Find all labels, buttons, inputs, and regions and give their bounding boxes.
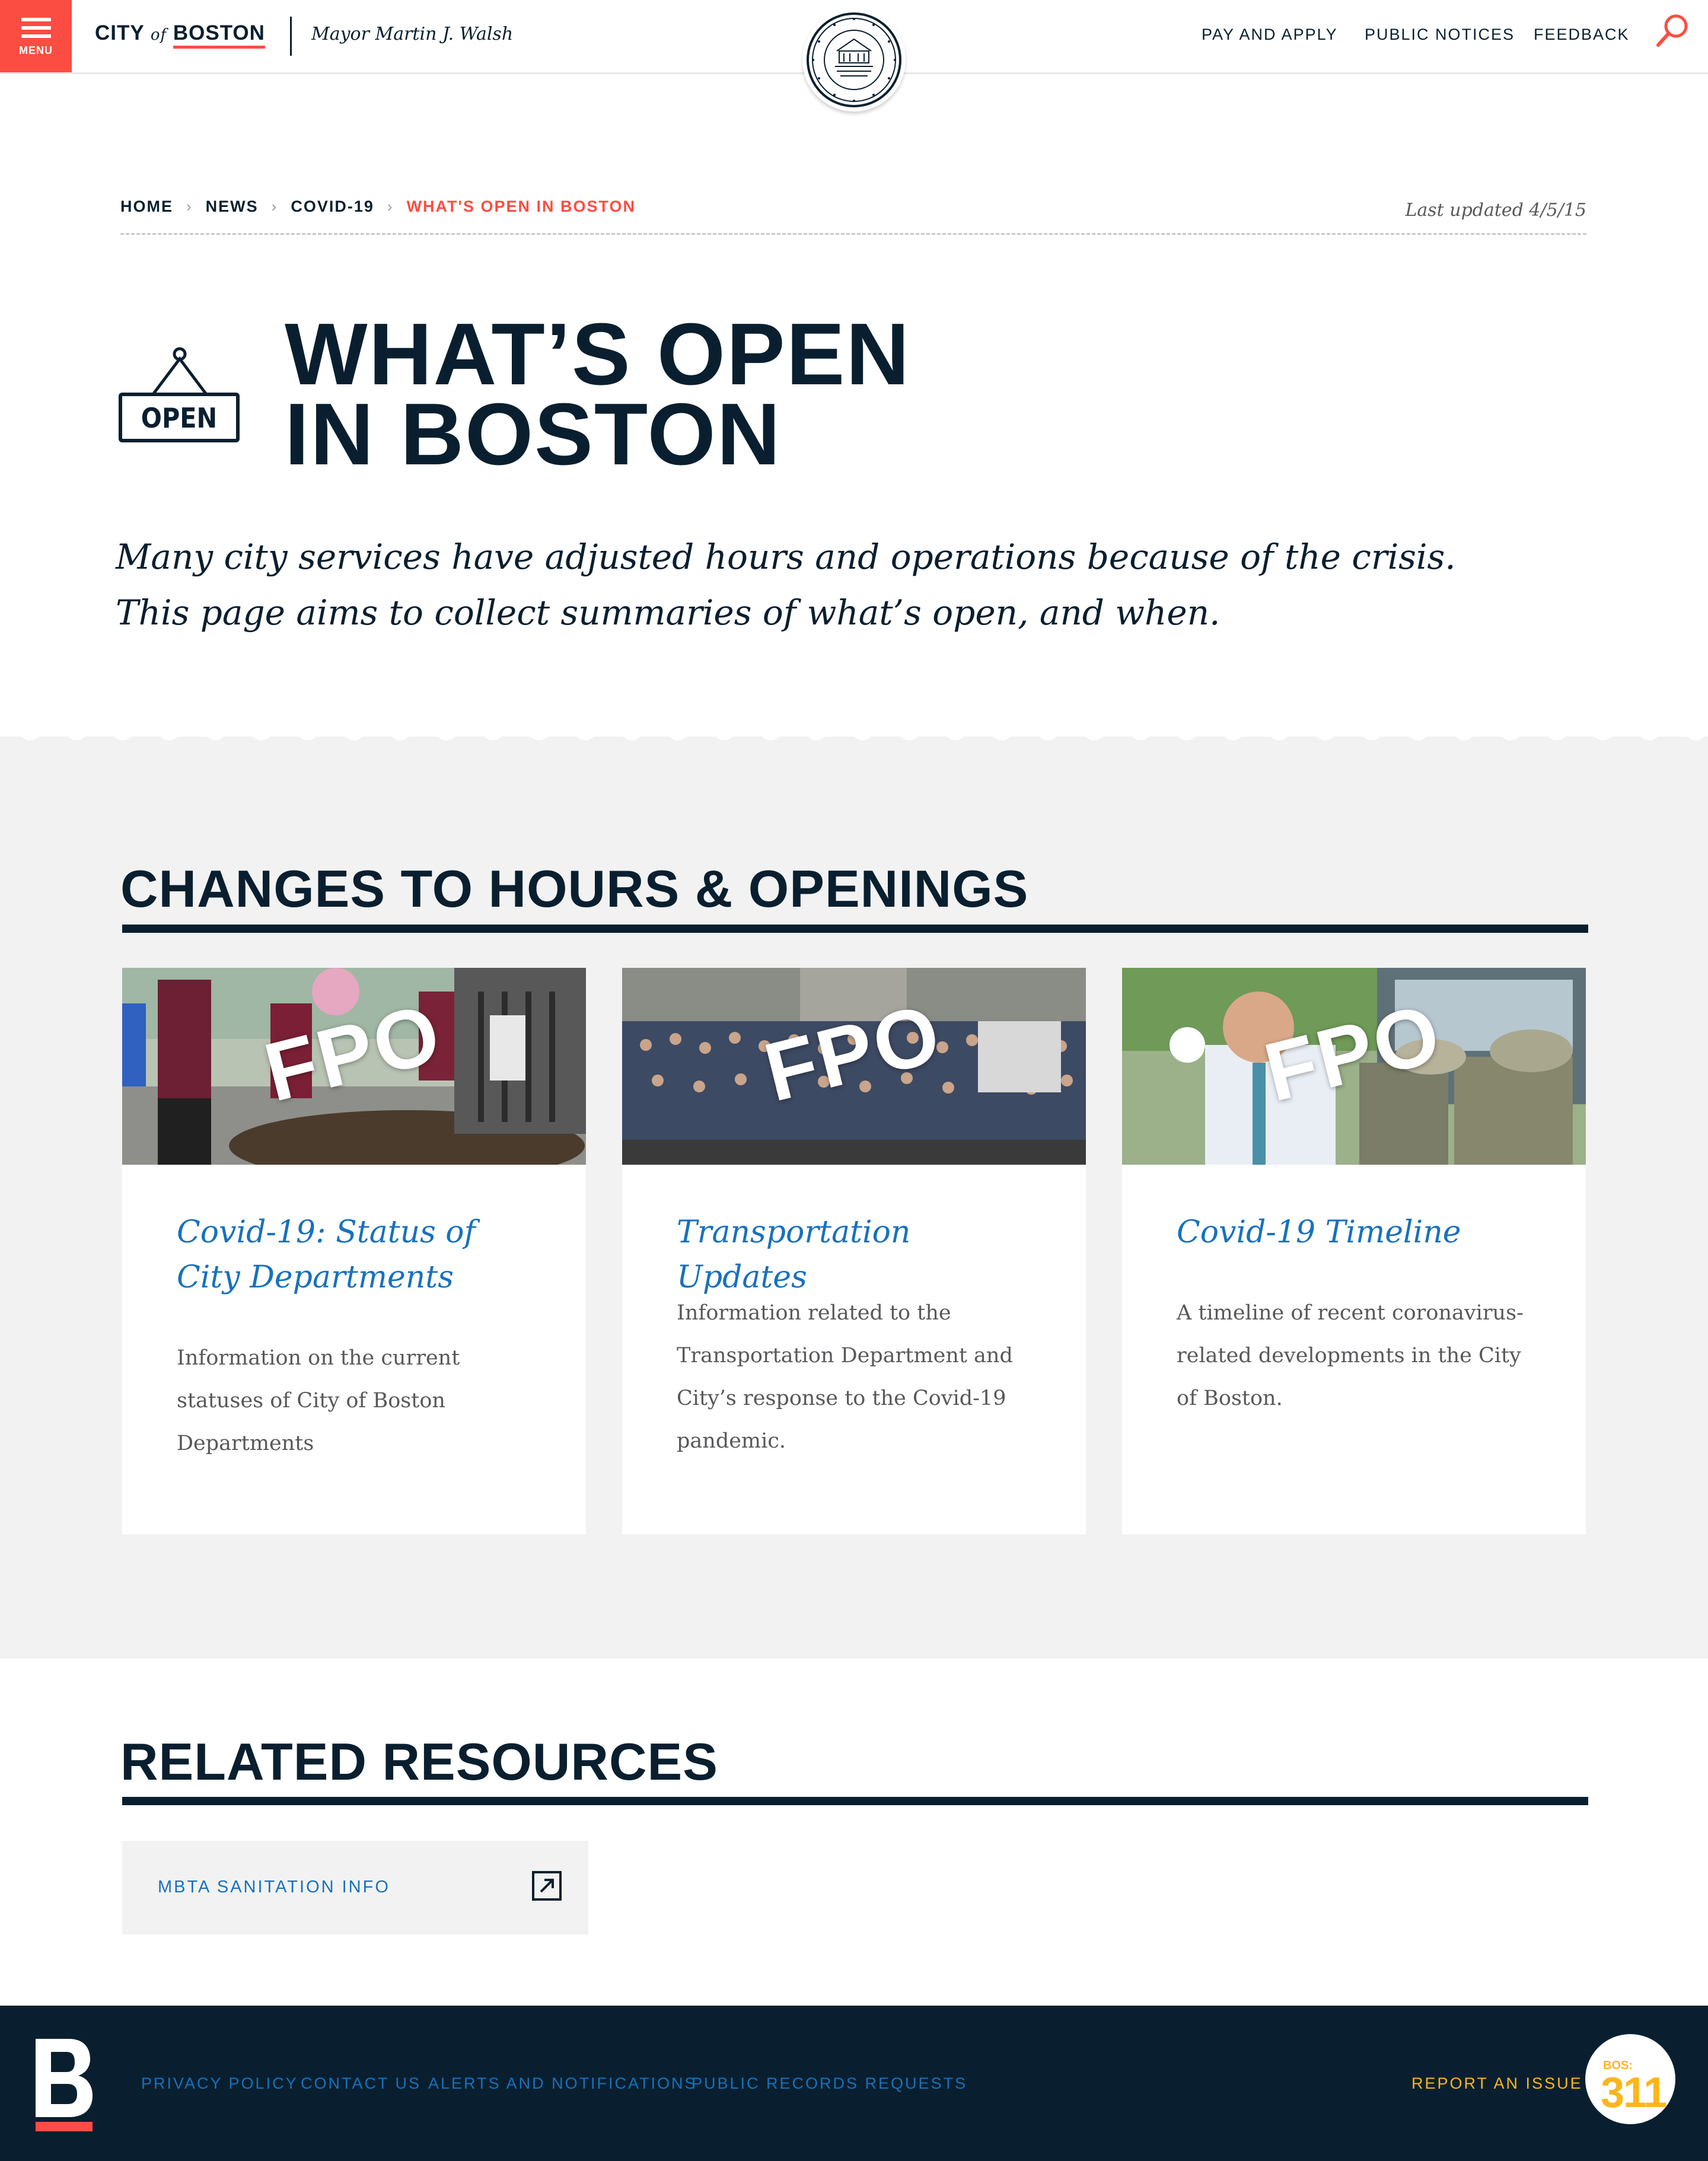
menu-button[interactable]: MENU xyxy=(0,0,72,72)
card-title[interactable]: Covid-19 Timeline xyxy=(1177,1210,1544,1255)
logo-boston: BOSTON xyxy=(173,21,265,49)
card-description: Information related to the Transportatio… xyxy=(677,1301,1013,1453)
breadcrumb-home[interactable]: HOME xyxy=(120,197,173,216)
logo-of: of xyxy=(150,26,167,44)
card-covid-timeline[interactable]: FPO Covid-19 Timeline A timeline of rece… xyxy=(1122,968,1586,1534)
nav-pay-and-apply[interactable]: PAY AND APPLY xyxy=(1202,26,1338,44)
changes-heading-rule xyxy=(122,925,1588,933)
breadcrumb: HOME › NEWS › COVID-19 › WHAT'S OPEN IN BOSTON xyxy=(120,197,636,216)
card-description: A timeline of recent coronavirus-related… xyxy=(1177,1301,1524,1410)
footer-privacy-policy[interactable]: PRIVACY POLICY xyxy=(141,2074,298,2093)
intro-line-2: This page aims to collect summaries of w… xyxy=(116,592,1221,633)
related-heading: RELATED RESOURCES xyxy=(120,1732,718,1791)
chevron-right-icon: › xyxy=(387,197,394,215)
resource-label: MBTA SANITATION INFO xyxy=(158,1878,390,1897)
report-an-issue-link[interactable]: REPORT AN ISSUE xyxy=(1411,2074,1583,2093)
card-title[interactable]: Covid-19: Status of City Departments xyxy=(177,1210,544,1300)
city-of-boston-logo[interactable]: CITY of BOSTON xyxy=(95,21,265,49)
page-title: WHAT’S OPEN IN BOSTON xyxy=(285,311,910,479)
logo-divider xyxy=(290,17,292,56)
page-title-line-2: IN BOSTON xyxy=(285,385,782,483)
chevron-right-icon: › xyxy=(271,197,278,215)
open-sign-icon: OPEN xyxy=(117,347,242,448)
breadcrumb-news[interactable]: NEWS xyxy=(206,197,259,216)
bos-311-button[interactable]: BOS: 311 xyxy=(1585,2034,1675,2124)
intro-line-1: Many city services have adjusted hours a… xyxy=(116,537,1456,577)
logo-city: CITY xyxy=(95,21,145,44)
open-sign-text: OPEN xyxy=(141,402,217,434)
scalloped-divider xyxy=(0,729,1708,744)
breadcrumb-covid-19[interactable]: COVID-19 xyxy=(291,197,374,216)
mayor-name: Mayor Martin J. Walsh xyxy=(311,24,514,44)
card-image: FPO xyxy=(122,968,586,1165)
nav-public-notices[interactable]: PUBLIC NOTICES xyxy=(1365,26,1515,44)
city-seal-icon[interactable] xyxy=(802,8,906,111)
external-link-icon xyxy=(532,1871,562,1901)
card-image: FPO xyxy=(622,968,1086,1165)
breadcrumb-divider xyxy=(120,233,1586,235)
site-footer: PRIVACY POLICY CONTACT US ALERTS AND NOT… xyxy=(0,2006,1708,2161)
last-updated: Last updated 4/5/15 xyxy=(1405,200,1586,221)
chevron-right-icon: › xyxy=(186,197,193,215)
card-description: Information on the current statuses of C… xyxy=(177,1346,460,1455)
related-heading-rule xyxy=(122,1797,1588,1805)
resource-mbta-sanitation[interactable]: MBTA SANITATION INFO xyxy=(122,1841,588,1934)
card-city-departments[interactable]: FPO Covid-19: Status of City Departments… xyxy=(122,968,586,1534)
menu-label: MENU xyxy=(19,44,53,56)
intro-text: Many city services have adjusted hours a… xyxy=(116,529,1539,640)
card-image: FPO xyxy=(1122,968,1586,1165)
bos311-big-label: 311 xyxy=(1601,2069,1667,2117)
hamburger-icon xyxy=(21,18,51,43)
card-transportation-updates[interactable]: FPO Transportation Updates Information r… xyxy=(622,968,1086,1534)
breadcrumb-current: WHAT'S OPEN IN BOSTON xyxy=(406,197,636,215)
card-title[interactable]: Transportation Updates xyxy=(677,1210,1044,1300)
footer-alerts-and-notifications[interactable]: ALERTS AND NOTIFICATIONS xyxy=(428,2074,697,2093)
nav-feedback[interactable]: FEEDBACK xyxy=(1534,26,1630,44)
search-icon[interactable] xyxy=(1653,11,1691,49)
footer-contact-us[interactable]: CONTACT US xyxy=(301,2074,421,2093)
changes-heading: CHANGES TO HOURS & OPENINGS xyxy=(120,859,1029,918)
boston-b-logo[interactable] xyxy=(33,2039,93,2131)
footer-public-records-requests[interactable]: PUBLIC RECORDS REQUESTS xyxy=(692,2074,967,2093)
